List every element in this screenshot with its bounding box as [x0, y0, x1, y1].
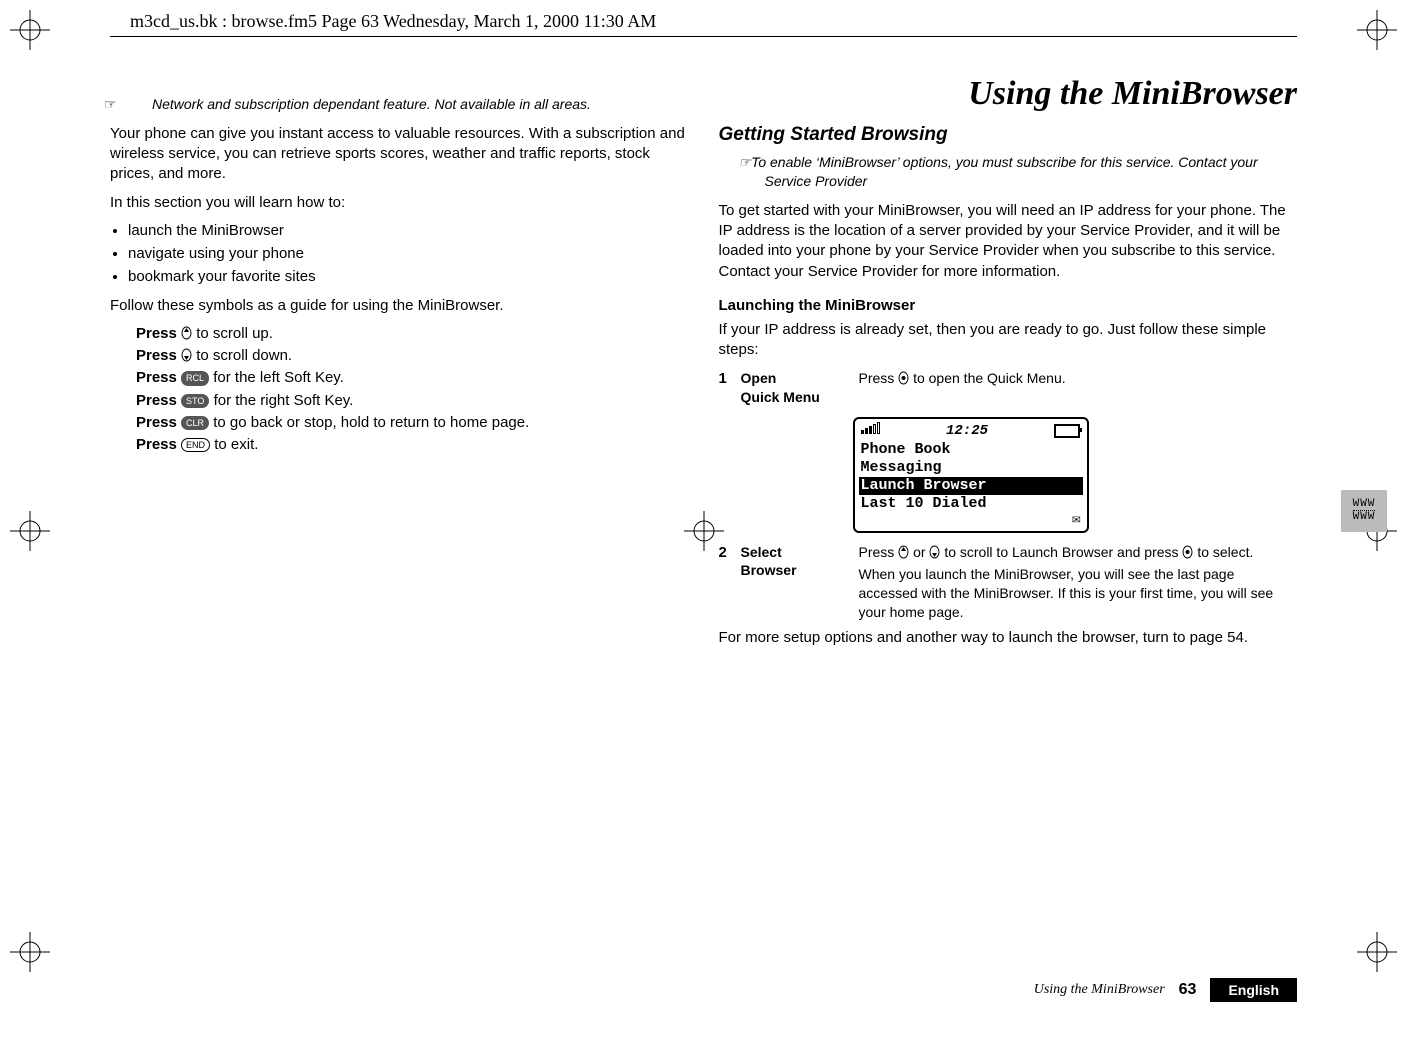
section-heading: Getting Started Browsing — [719, 124, 1298, 147]
follow-para: Follow these symbols as a guide for usin… — [110, 296, 689, 316]
end-key-icon: END — [181, 438, 210, 452]
sto-key-icon: STO — [181, 394, 209, 408]
press-text: for the left Soft Key. — [213, 369, 344, 386]
closing-para: For more setup options and another way t… — [719, 628, 1298, 648]
step-text-a: Press — [859, 370, 899, 386]
press-text: to go back or stop, hold to return to ho… — [213, 414, 529, 431]
step-body: Press to open the Quick Menu. — [859, 369, 1298, 388]
note-text: To enable ‘MiniBrowser’ options, you mus… — [751, 154, 1258, 189]
language-label: English — [1210, 978, 1297, 1002]
running-header: m3cd_us.bk : browse.fm5 Page 63 Wednesda… — [110, 10, 1297, 36]
scroll-up-icon — [898, 544, 913, 560]
step-label: Open Quick Menu — [741, 369, 859, 407]
select-key-icon — [898, 370, 913, 386]
header-rule — [110, 36, 1297, 37]
step-text: to select. — [1197, 544, 1253, 560]
press-label: Press — [136, 392, 177, 409]
scroll-down-icon — [929, 544, 944, 560]
page-title: Using the MiniBrowser — [719, 75, 1298, 112]
clr-key-icon: CLR — [181, 416, 209, 430]
mail-icon: ✉ — [861, 513, 1081, 527]
press-label: Press — [136, 347, 177, 364]
select-key-icon — [1182, 544, 1197, 560]
thumb-tab-label: WWW — [1353, 510, 1376, 523]
press-line-clr: Press CLR to go back or stop, hold to re… — [136, 413, 689, 433]
step-label: Select Browser — [741, 543, 859, 581]
press-line-up: Press to scroll up. — [136, 324, 689, 344]
battery-icon — [1054, 424, 1080, 438]
page-number: 63 — [1179, 981, 1197, 999]
press-text: to exit. — [214, 436, 258, 453]
crop-mark — [10, 511, 50, 551]
subscribe-note: ☞To enable ‘MiniBrowser’ options, you mu… — [719, 153, 1298, 191]
menu-line: Last 10 Dialed — [861, 495, 1081, 513]
menu-line: Phone Book — [861, 441, 1081, 459]
press-label: Press — [136, 325, 177, 342]
sub-para: If your IP address is already set, then … — [719, 320, 1298, 361]
crop-mark — [1357, 10, 1397, 50]
clock: 12:25 — [946, 422, 988, 440]
menu-line-highlighted: Launch Browser — [859, 477, 1083, 495]
status-bar: 12:25 — [861, 422, 1081, 440]
crop-mark — [1357, 932, 1397, 972]
step-label-line: Quick Menu — [741, 388, 853, 407]
phone-screen: 12:25 Phone Book Messaging Launch Browse… — [853, 417, 1089, 533]
signal-icon — [861, 422, 880, 440]
step-body: Press or — [859, 543, 1298, 623]
footer: Using the MiniBrowser 63 English — [1034, 978, 1297, 1002]
step-text-b: to open the Quick Menu. — [913, 370, 1066, 386]
footer-title: Using the MiniBrowser — [1034, 983, 1165, 997]
intro-para-1: Your phone can give you instant access t… — [110, 124, 689, 185]
ip-para: To get started with your MiniBrowser, yo… — [719, 201, 1298, 282]
note-icon: ☞ — [739, 154, 752, 170]
press-label: Press — [136, 436, 177, 453]
step-text: When you launch the MiniBrowser, you wil… — [859, 565, 1298, 622]
feature-note: ☞Network and subscription dependant feat… — [110, 95, 689, 114]
step-number: 2 — [719, 543, 741, 563]
step-1: 1 Open Quick Menu Press to — [719, 369, 1298, 407]
step-text: Press — [859, 544, 899, 560]
press-label: Press — [136, 414, 177, 431]
step-text: to scroll to Launch Browser and press — [944, 544, 1182, 560]
crop-mark — [10, 932, 50, 972]
right-column: Using the MiniBrowser Getting Started Br… — [719, 45, 1298, 656]
step-number: 1 — [719, 369, 741, 389]
steps: 1 Open Quick Menu Press to — [719, 369, 1298, 622]
step-text: or — [913, 544, 929, 560]
press-text: to scroll down. — [196, 347, 292, 364]
left-column: ☞Network and subscription dependant feat… — [110, 45, 689, 656]
step-2: 2 Select Browser Press — [719, 543, 1298, 623]
note-icon: ☞ — [130, 95, 152, 114]
list-item: launch the MiniBrowser — [128, 221, 689, 241]
press-line-end: Press END to exit. — [136, 435, 689, 455]
scroll-down-icon — [181, 347, 196, 364]
menu-line: Messaging — [861, 459, 1081, 477]
press-label: Press — [136, 369, 177, 386]
list-item: navigate using your phone — [128, 244, 689, 264]
subsection-heading: Launching the MiniBrowser — [719, 296, 1298, 316]
rcl-key-icon: RCL — [181, 371, 209, 385]
step-label-line: Select — [741, 543, 853, 562]
thumb-tab-label: WWW — [1353, 499, 1376, 510]
press-text: to scroll up. — [196, 325, 273, 342]
step-label-line: Browser — [741, 561, 853, 580]
press-text: for the right Soft Key. — [214, 392, 354, 409]
step-label-line: Open — [741, 369, 853, 388]
press-line-left-softkey: Press RCL for the left Soft Key. — [136, 368, 689, 388]
list-item: bookmark your favorite sites — [128, 267, 689, 287]
feature-list: launch the MiniBrowser navigate using yo… — [110, 221, 689, 288]
thumb-tab: WWW WWW — [1341, 490, 1387, 532]
note-text: Network and subscription dependant featu… — [152, 96, 591, 112]
press-line-down: Press to scroll down. — [136, 346, 689, 366]
crop-mark — [10, 10, 50, 50]
intro-para-2: In this section you will learn how to: — [110, 193, 689, 213]
press-line-right-softkey: Press STO for the right Soft Key. — [136, 391, 689, 411]
scroll-up-icon — [181, 325, 196, 342]
